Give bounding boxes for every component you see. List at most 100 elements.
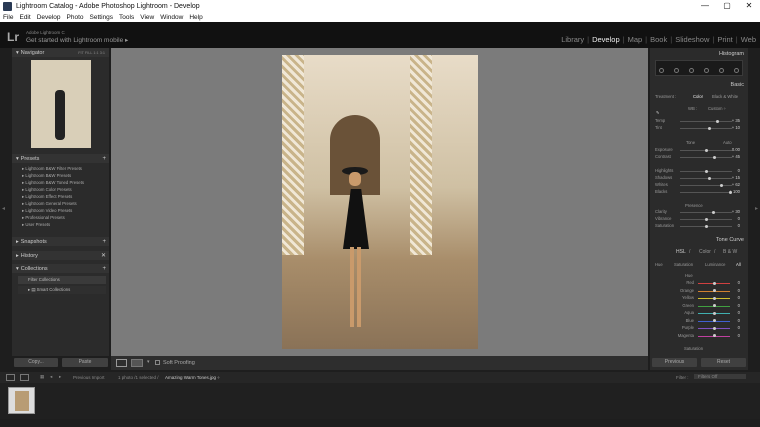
module-library[interactable]: Library — [561, 35, 584, 44]
paste-settings-button[interactable]: Paste — [62, 358, 108, 367]
menu-window[interactable]: Window — [160, 14, 183, 21]
menu-tools[interactable]: Tools — [119, 14, 134, 21]
hue-slider[interactable] — [698, 296, 730, 300]
hue-value[interactable]: 0 — [738, 288, 740, 293]
tone-auto-button[interactable]: Auto — [723, 140, 732, 145]
wb-dropdown[interactable]: Custom ÷ — [708, 106, 726, 111]
slider-knob[interactable] — [712, 311, 716, 315]
hue-value[interactable]: 0 — [738, 310, 740, 315]
collection-item[interactable]: Filter Collections — [18, 276, 106, 284]
add-snapshot-icon[interactable]: + — [102, 239, 106, 245]
module-map[interactable]: Map — [628, 35, 643, 44]
preset-folder[interactable]: ▸ User Presets — [22, 222, 50, 228]
preset-folder[interactable]: ▸ Lightroom General Presets — [22, 201, 77, 207]
module-develop[interactable]: Develop — [592, 35, 620, 44]
slider-knob[interactable] — [704, 224, 708, 228]
slider-knob[interactable] — [712, 334, 716, 337]
filename-label[interactable]: Amazing Warm Tones.jpg ÷ — [165, 375, 220, 380]
spot-removal-icon[interactable] — [674, 68, 679, 73]
preset-folder[interactable]: ▸ Lightroom Video Presets — [22, 208, 72, 214]
grid-view-icon[interactable]: ▦ — [40, 374, 44, 380]
module-print[interactable]: Print — [717, 35, 732, 44]
adjustment-slider[interactable] — [680, 126, 732, 130]
slider-knob[interactable] — [712, 281, 716, 285]
adjustment-slider[interactable] — [680, 217, 732, 221]
source-label[interactable]: Previous Import — [73, 375, 105, 380]
treatment-color[interactable]: Color — [693, 94, 703, 99]
hue-value[interactable]: 0 — [738, 303, 740, 308]
adjustment-slider[interactable] — [680, 148, 732, 152]
right-panel-toggle-icon[interactable]: ▸ — [755, 205, 758, 212]
slider-knob[interactable] — [712, 289, 716, 292]
previous-button[interactable]: Previous — [652, 358, 697, 367]
before-after-dropdown-icon[interactable]: ▾ — [147, 359, 150, 365]
history-header[interactable]: ▸ History ✕ — [12, 251, 109, 260]
navigator-preview[interactable] — [31, 60, 91, 148]
slider-knob[interactable] — [712, 155, 716, 159]
adjustment-slider[interactable] — [680, 190, 733, 194]
mobile-prompt[interactable]: Get started with Lightroom mobile ▸ — [26, 36, 128, 44]
slider-knob[interactable] — [712, 319, 716, 322]
menu-develop[interactable]: Develop — [37, 14, 61, 21]
slider-knob[interactable] — [704, 217, 708, 221]
module-book[interactable]: Book — [650, 35, 667, 44]
module-slideshow[interactable]: Slideshow — [675, 35, 709, 44]
hsl-saturation-tab[interactable]: Saturation — [674, 262, 693, 267]
adjustment-slider[interactable] — [680, 155, 732, 159]
hsl-luminance-tab[interactable]: Luminance — [705, 262, 726, 267]
loupe-view-icon[interactable] — [116, 359, 127, 367]
menu-settings[interactable]: Settings — [90, 14, 114, 21]
navigator-zoom-options[interactable]: FIT FILL 1:1 3:1 — [78, 51, 105, 55]
before-after-icon[interactable] — [131, 359, 143, 367]
adjustment-slider[interactable] — [680, 183, 732, 187]
hue-slider[interactable] — [698, 334, 730, 337]
filmstrip-thumbnail[interactable] — [8, 387, 35, 414]
reset-button[interactable]: Reset — [701, 358, 746, 367]
secondary-window-icon[interactable] — [20, 374, 29, 381]
photo-preview[interactable] — [282, 55, 478, 349]
hue-value[interactable]: 0 — [738, 280, 740, 285]
preset-folder[interactable]: ▸ Lightroom B&W Filter Presets — [22, 166, 82, 172]
slider-value[interactable]: + 45 — [732, 154, 740, 159]
preset-folder[interactable]: ▸ Lightroom B&W Presets — [22, 173, 71, 179]
snapshots-header[interactable]: ▸ Snapshots + — [12, 237, 109, 246]
adjustment-slider[interactable] — [680, 224, 732, 228]
slider-value[interactable]: + 62 — [732, 182, 740, 187]
hue-value[interactable]: 0 — [738, 325, 740, 330]
slider-knob[interactable] — [707, 126, 711, 130]
collections-header[interactable]: ▾ Collections + — [12, 264, 109, 273]
hue-slider[interactable] — [698, 289, 730, 292]
slider-knob[interactable] — [712, 326, 716, 330]
slider-value[interactable]: + 35 — [732, 118, 740, 123]
adjustment-brush-icon[interactable] — [734, 68, 739, 73]
slider-knob[interactable] — [704, 148, 708, 152]
slider-value[interactable]: + 10 — [732, 125, 740, 130]
left-panel-toggle-icon[interactable]: ◂ — [2, 205, 5, 212]
preset-folder[interactable]: ▸ Lightroom B&W Toned Presets — [22, 180, 84, 186]
slider-value[interactable]: 0.00 — [732, 147, 740, 152]
slider-knob[interactable] — [707, 176, 711, 180]
preset-folder[interactable]: ▸ Professional Presets — [22, 215, 65, 221]
hue-slider[interactable] — [698, 281, 730, 285]
slider-value[interactable]: + 100 — [729, 189, 740, 194]
tone-curve-header[interactable]: Tone Curve — [716, 237, 744, 243]
wb-eyedropper-icon[interactable]: ✎ — [656, 110, 660, 115]
red-eye-icon[interactable] — [689, 68, 694, 73]
add-preset-icon[interactable]: + — [102, 156, 106, 162]
slider-value[interactable]: 0 — [738, 216, 740, 221]
slider-knob[interactable] — [712, 304, 716, 307]
preset-folder[interactable]: ▸ Lightroom Color Presets — [22, 187, 72, 193]
preset-folder[interactable]: ▸ Lightroom Effect Presets — [22, 194, 72, 200]
slider-knob[interactable] — [715, 119, 719, 123]
slider-knob[interactable] — [720, 183, 724, 187]
menu-view[interactable]: View — [140, 14, 154, 21]
hue-value[interactable]: 0 — [738, 295, 740, 300]
hue-value[interactable]: 0 — [738, 333, 740, 338]
soft-proofing-checkbox[interactable] — [155, 360, 160, 365]
collection-item[interactable]: ▸ ▤ Smart Collections — [18, 286, 106, 294]
color-tab[interactable]: Color — [699, 249, 711, 255]
hue-value[interactable]: 0 — [738, 318, 740, 323]
presets-header[interactable]: ▾ Presets + — [12, 154, 109, 163]
slider-value[interactable]: + 15 — [732, 175, 740, 180]
radial-filter-icon[interactable] — [719, 68, 724, 73]
